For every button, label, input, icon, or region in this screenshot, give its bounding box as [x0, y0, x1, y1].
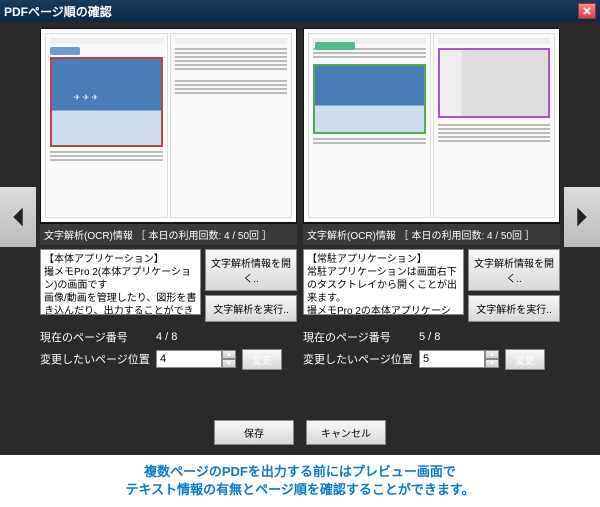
page-thumbnail[interactable]	[303, 28, 560, 223]
stepper-up-icon[interactable]: ▲	[485, 350, 499, 359]
page-position-input[interactable]	[419, 350, 485, 368]
cancel-button[interactable]: キャンセル	[306, 420, 386, 445]
current-page-value: 5 / 8	[419, 331, 560, 343]
caption-line: 複数ページのPDFを出力する前にはプレビュー画面で	[0, 463, 600, 481]
current-page-value: 4 / 8	[156, 331, 297, 343]
page-thumbnail[interactable]: ✈ ✈ ✈	[40, 28, 297, 223]
titlebar: PDFページ順の確認	[0, 0, 600, 22]
stepper-up-icon[interactable]: ▲	[222, 350, 236, 359]
page-description: 【常駐アプリケーション】 常駐アプリケーションは画面右下のタスクトレイから開くこ…	[303, 249, 464, 315]
page-position-label: 変更したいページ位置	[40, 351, 150, 367]
ocr-status: 文字解析(OCR)情報 ［ 本日の利用回数: 4 / 50回 ］	[40, 223, 297, 245]
current-page-label: 現在のページ番号	[303, 329, 413, 345]
open-ocr-button[interactable]: 文字解析情報を開く..	[468, 249, 560, 291]
close-button[interactable]	[578, 3, 596, 19]
next-page-button[interactable]	[564, 187, 600, 247]
run-ocr-button[interactable]: 文字解析を実行..	[468, 295, 560, 322]
save-button[interactable]: 保存	[214, 420, 294, 445]
stepper-down-icon[interactable]: ▼	[485, 359, 499, 368]
page-description: 【本体アプリケーション】 撮メモPro 2(本体アプリケーション)の画面です 画…	[40, 249, 201, 315]
change-button[interactable]: 変更	[505, 349, 545, 370]
open-ocr-button[interactable]: 文字解析情報を開く..	[205, 249, 297, 291]
run-ocr-button[interactable]: 文字解析を実行..	[205, 295, 297, 322]
caption: 複数ページのPDFを出力する前にはプレビュー画面で テキスト情報の有無とページ順…	[0, 455, 600, 507]
current-page-label: 現在のページ番号	[40, 329, 150, 345]
page-position-label: 変更したいページ位置	[303, 351, 413, 367]
page-position-stepper[interactable]: ▲ ▼	[419, 350, 499, 368]
prev-page-button[interactable]	[0, 187, 36, 247]
page-position-input[interactable]	[156, 350, 222, 368]
footer-buttons: 保存 キャンセル	[0, 412, 600, 453]
page-panel-right: 文字解析(OCR)情報 ［ 本日の利用回数: 4 / 50回 ］ 【常駐アプリケ…	[303, 28, 560, 406]
stepper-down-icon[interactable]: ▼	[222, 359, 236, 368]
caption-line: テキスト情報の有無とページ順を確認することができます。	[0, 481, 600, 499]
page-position-stepper[interactable]: ▲ ▼	[156, 350, 236, 368]
page-panel-left: ✈ ✈ ✈ 文字解析(OCR)情報 ［ 本日の利用回数: 4 / 50回 ］ 【…	[40, 28, 297, 406]
content-area: ✈ ✈ ✈ 文字解析(OCR)情報 ［ 本日の利用回数: 4 / 50回 ］ 【…	[0, 22, 600, 412]
preview-panels: ✈ ✈ ✈ 文字解析(OCR)情報 ［ 本日の利用回数: 4 / 50回 ］ 【…	[36, 28, 564, 406]
ocr-status: 文字解析(OCR)情報 ［ 本日の利用回数: 4 / 50回 ］	[303, 223, 560, 245]
dialog-title: PDFページ順の確認	[4, 3, 112, 20]
change-button[interactable]: 変更	[242, 349, 282, 370]
dialog: PDFページ順の確認 ✈ ✈ ✈	[0, 0, 600, 455]
